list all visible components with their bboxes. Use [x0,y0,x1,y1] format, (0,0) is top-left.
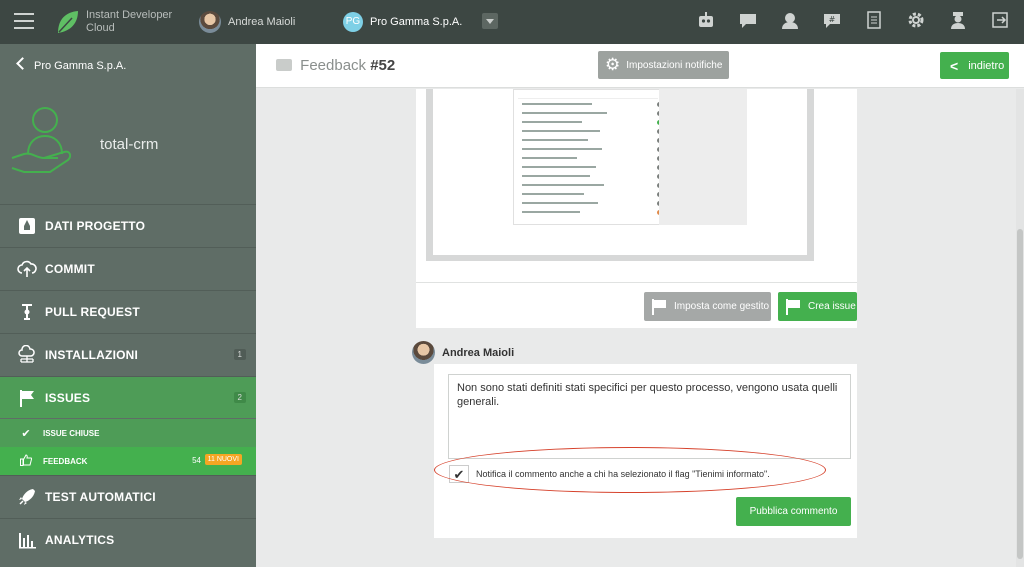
feedback-count: 54 [192,456,201,465]
chat-hash-icon[interactable]: # [822,10,842,32]
feedback-card: Imposta come gestito Crea issue [416,89,857,328]
sidebar-item-label: INSTALLAZIONI [45,347,139,362]
comment-author-avatar [412,341,435,364]
rocket-icon [17,216,37,236]
sidebar-item-label: DATI PROGETTO [45,218,146,233]
sidebar-item-label: PULL REQUEST [45,304,140,319]
comment-card: Non sono stati definiti stati specifici … [434,364,857,538]
mark-as-handled-button[interactable]: Imposta come gestito [644,292,771,321]
rocket-launch-icon [17,487,37,507]
bot-icon[interactable] [696,10,716,32]
instant-developer-logo [58,11,78,33]
flag-icon [651,298,667,315]
sidebar-item-analytics[interactable]: ANALYTICS [0,518,256,560]
issues-count-badge: 2 [233,392,246,403]
highlight-annotation [434,447,826,493]
sidebar-subitem-issue-chiuse[interactable]: ✔ ISSUE CHIUSE [0,419,256,447]
user-avatar[interactable] [199,11,221,33]
sidebar-item-label: COMMIT [45,261,95,276]
user-name[interactable]: Andrea Maioli [228,16,295,28]
comment-author-name: Andrea Maioli [442,347,515,359]
sidebar-subitem-label: ISSUE CHIUSE [43,428,100,438]
admin-icon[interactable] [948,10,968,32]
chevron-down-icon[interactable] [482,13,498,29]
publish-comment-button[interactable]: Pubblica commento [736,497,851,526]
sidebar-item-label: ISSUES [45,390,91,405]
document-icon[interactable] [864,10,884,32]
check-icon: ✔ [21,427,31,440]
feedback-new-badge: 11 NUOVI [204,454,242,465]
comment-icon [276,59,292,71]
main-content: Imposta come gestito Crea issue Andrea M… [256,89,1016,567]
scrollbar[interactable] [1016,89,1024,567]
bar-chart-icon [17,530,37,550]
flag-icon [785,298,801,315]
flag-icon [17,388,37,408]
cloud-network-icon [17,344,37,365]
chevron-left-icon: < [950,57,959,74]
sidebar-subitem-feedback[interactable]: FEEDBACK 54 11 NUOVI [0,447,256,475]
content-header: Feedback #52 ⚙ Impostazioni notifiche < … [256,44,1024,88]
back-button[interactable]: < indietro [940,52,1009,79]
gear-icon: ⚙ [605,55,621,74]
project-name[interactable]: Pro Gamma S.p.A. [370,16,462,28]
sidebar-item-pull-request[interactable]: PULL REQUEST [0,290,256,332]
create-issue-button[interactable]: Crea issue [778,292,857,321]
page-title: Feedback #52 [276,57,395,74]
notification-settings-button[interactable]: ⚙ Impostazioni notifiche [598,51,729,79]
sidebar-item-commit[interactable]: COMMIT [0,247,256,289]
svg-text:#: # [829,15,836,24]
sidebar-item-dati-progetto[interactable]: DATI PROGETTO [0,204,256,246]
sidebar-subitem-label: FEEDBACK [43,456,88,466]
back-to-organization-link[interactable]: Pro Gamma S.p.A. [18,60,126,72]
chat-icon[interactable] [738,10,758,32]
installazioni-count-badge: 1 [233,349,246,360]
support-icon[interactable] [780,10,800,32]
sidebar-item-test-automatici[interactable]: TEST AUTOMATICI [0,475,256,517]
feedback-screenshot[interactable] [426,89,814,261]
thumbs-up-icon [19,453,33,469]
brand-name: Instant Developer Cloud [86,9,173,34]
cloud-upload-icon [17,259,37,279]
gear-icon[interactable] [906,10,926,32]
sidebar-item-label: ANALYTICS [45,532,115,547]
sidebar-item-installazioni[interactable]: INSTALLAZIONI 1 [0,333,256,375]
menu-icon[interactable] [14,13,34,31]
sidebar-item-label: TEST AUTOMATICI [45,489,156,504]
top-bar: Instant Developer Cloud Andrea Maioli PG… [0,0,1024,44]
project-hand-icon [11,107,72,173]
sidebar-item-issues[interactable]: ISSUES 2 [0,376,256,418]
sidebar: Pro Gamma S.p.A. total-crm DATI PROGETTO… [0,44,256,567]
screenshot-thumbnail [513,89,665,225]
pull-request-icon [17,302,37,322]
project-badge[interactable]: PG [343,12,363,32]
logout-icon[interactable] [990,10,1010,32]
project-name: total-crm [100,136,159,153]
